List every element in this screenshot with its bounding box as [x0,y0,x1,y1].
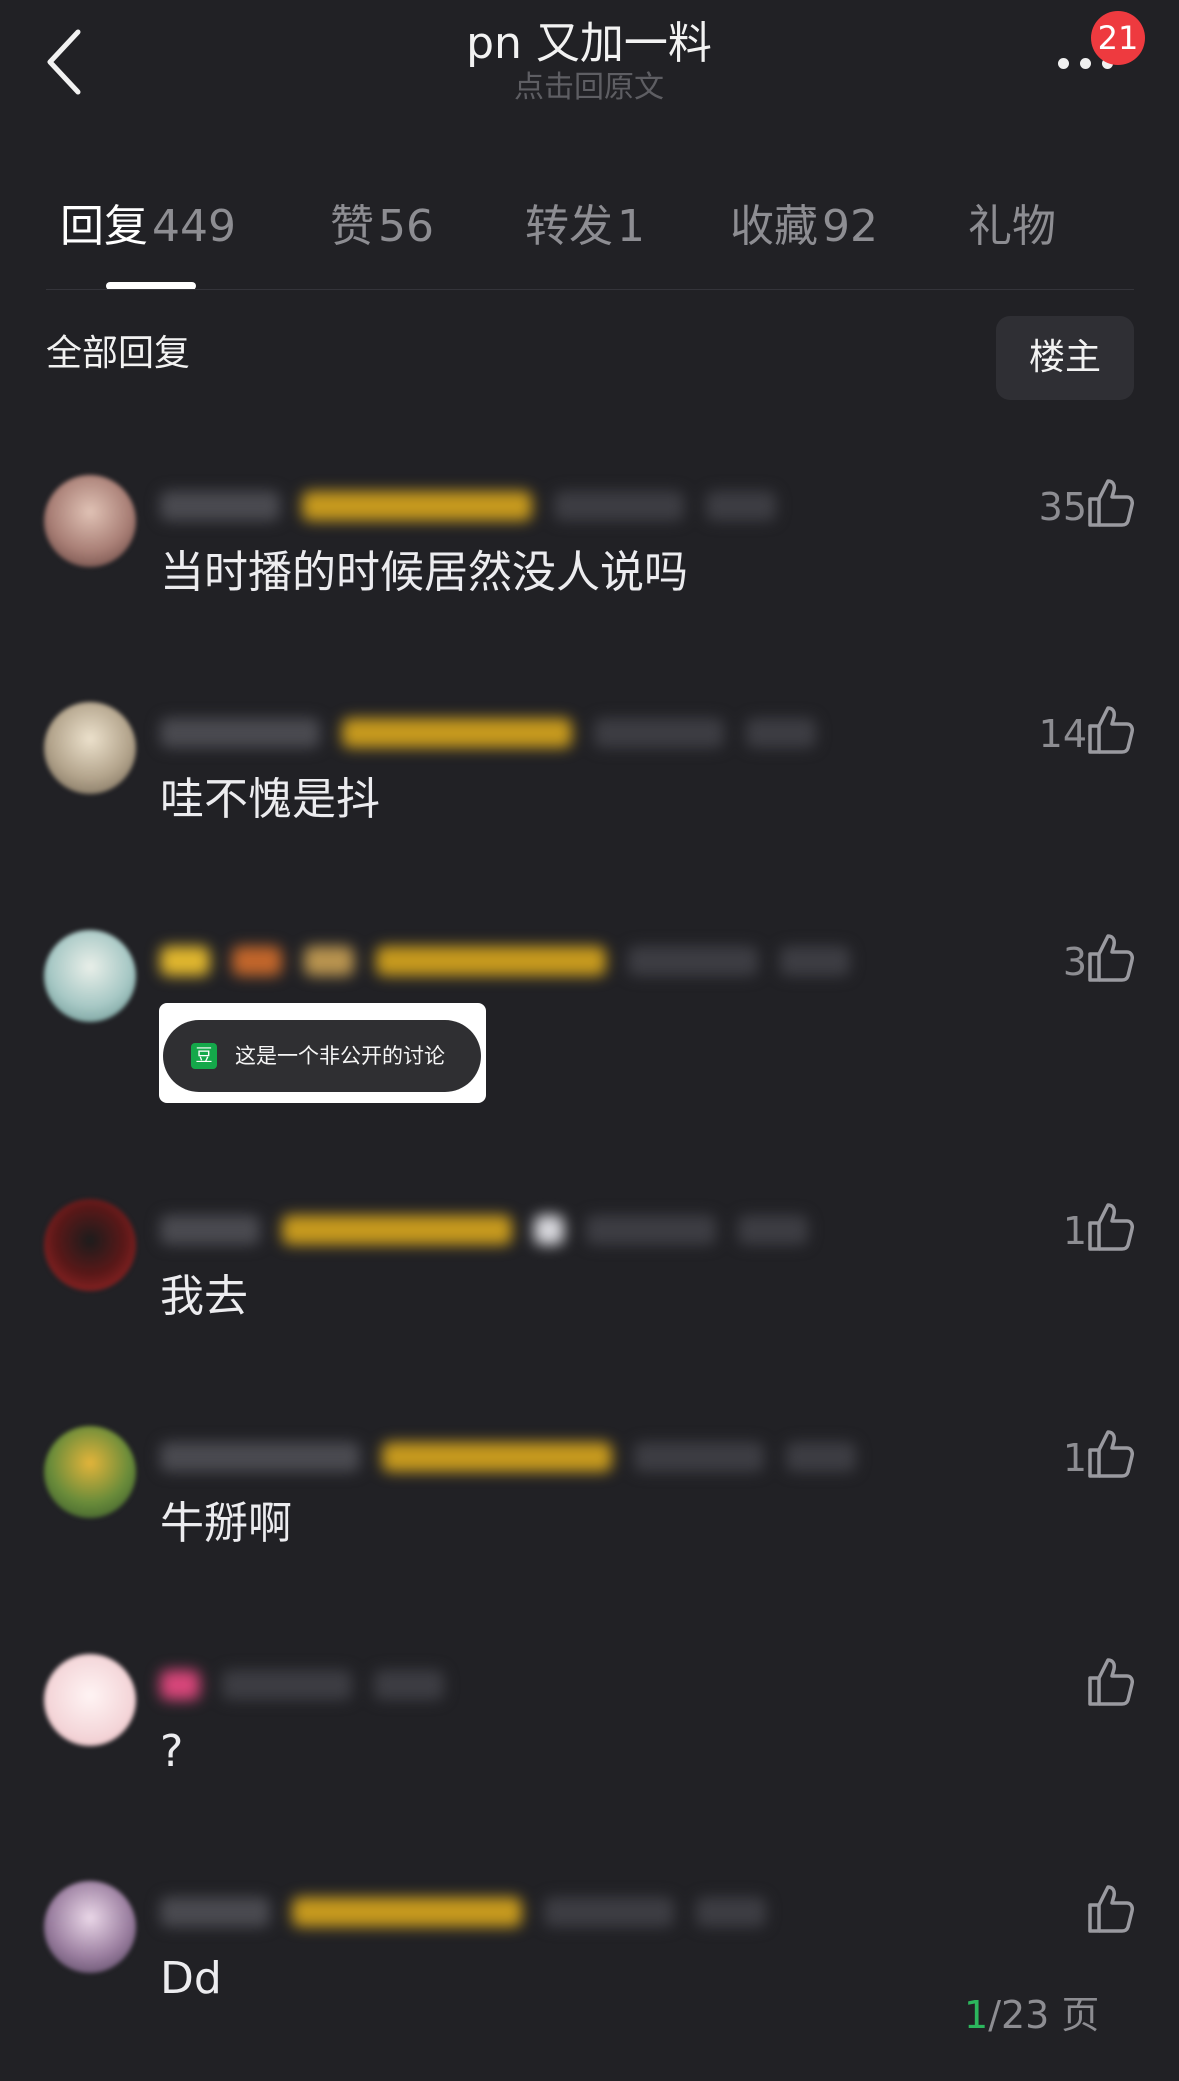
back-to-original-link[interactable]: 点击回原文 [339,70,839,106]
section-header: 全部回复 楼主 [0,312,1179,402]
blurred-user-meta [160,940,872,982]
avatar[interactable] [44,930,136,1022]
thumbs-up-icon[interactable] [1084,1881,1136,1937]
back-button[interactable] [36,22,96,102]
comment-text: 我去 [160,1271,248,1322]
current-page: 1 [964,1993,989,2037]
thumbs-up-icon[interactable] [1084,475,1136,531]
tab-count: 1 [617,201,645,252]
blurred-user-meta [160,1436,878,1478]
douban-logo-icon: 豆 [191,1043,217,1069]
blurred-user-meta [160,1891,788,1933]
thumbs-up-icon[interactable] [1084,930,1136,986]
blurred-user-meta [160,485,798,527]
thumbs-up-icon[interactable] [1084,1654,1136,1710]
comment-text: 哇不愧是抖 [160,774,380,825]
page-title: pn 又加一料 [466,18,712,69]
divider [46,289,1134,290]
thumbs-up-icon[interactable] [1084,702,1136,758]
comment-text: 当时播的时候居然没人说吗 [160,547,688,598]
tab-label: 礼物 [968,201,1056,252]
title-block[interactable]: pn 又加一料 点击回原文 [339,16,839,106]
comment-item[interactable]: Dd [0,1881,1179,2081]
private-discussion-notice: 豆 这是一个非公开的讨论 [159,1003,486,1103]
comment-text: Dd [160,1953,222,2004]
tab-replies[interactable]: 回复449 [60,200,236,254]
tab-gifts[interactable]: 礼物 [968,200,1056,254]
tab-label: 收藏 [730,201,818,252]
blurred-user-meta [160,712,838,754]
avatar[interactable] [44,702,136,794]
avatar[interactable] [44,1199,136,1291]
op-filter-button[interactable]: 楼主 [996,316,1134,400]
tab-count: 56 [378,201,434,252]
avatar[interactable] [44,475,136,567]
tab-label: 赞 [330,201,374,252]
total-pages: /23 页 [988,1993,1100,2037]
notification-badge: 21 [1091,11,1145,65]
avatar[interactable] [44,1881,136,1973]
tab-label: 回复 [60,201,148,252]
comment-item[interactable]: 1 牛掰啊 [0,1426,1179,1626]
comment-item[interactable]: 14 哇不愧是抖 [0,702,1179,902]
tab-reposts[interactable]: 转发1 [525,200,645,254]
avatar[interactable] [44,1426,136,1518]
notice-pill: 豆 这是一个非公开的讨论 [163,1020,481,1092]
comment-text: ? [160,1726,184,1777]
tab-favorites[interactable]: 收藏92 [730,200,878,254]
tab-count: 449 [152,201,236,252]
tab-label: 转发 [525,201,613,252]
tab-count: 92 [822,201,878,252]
blurred-user-meta [160,1664,466,1706]
tab-bar: 回复449 赞56 转发1 收藏92 礼物 [0,190,1179,290]
top-bar: pn 又加一料 点击回原文 21 [0,0,1179,150]
section-title: 全部回复 [46,333,191,374]
comment-item[interactable]: ? [0,1654,1179,1854]
avatar[interactable] [44,1654,136,1746]
page-indicator[interactable]: 1/23 页 [964,1990,1099,2040]
thumbs-up-icon[interactable] [1084,1426,1136,1482]
notice-text: 这是一个非公开的讨论 [235,1044,445,1068]
chevron-left-icon [47,29,81,95]
comment-item[interactable]: 1 我去 [0,1199,1179,1399]
blurred-user-meta [160,1209,830,1251]
like-count: 14 [1038,712,1087,756]
comment-text: 牛掰啊 [160,1498,292,1549]
thumbs-up-icon[interactable] [1084,1199,1136,1255]
like-count: 35 [1038,485,1087,529]
tab-likes[interactable]: 赞56 [330,200,434,254]
comment-item[interactable]: 35 当时播的时候居然没人说吗 [0,475,1179,675]
